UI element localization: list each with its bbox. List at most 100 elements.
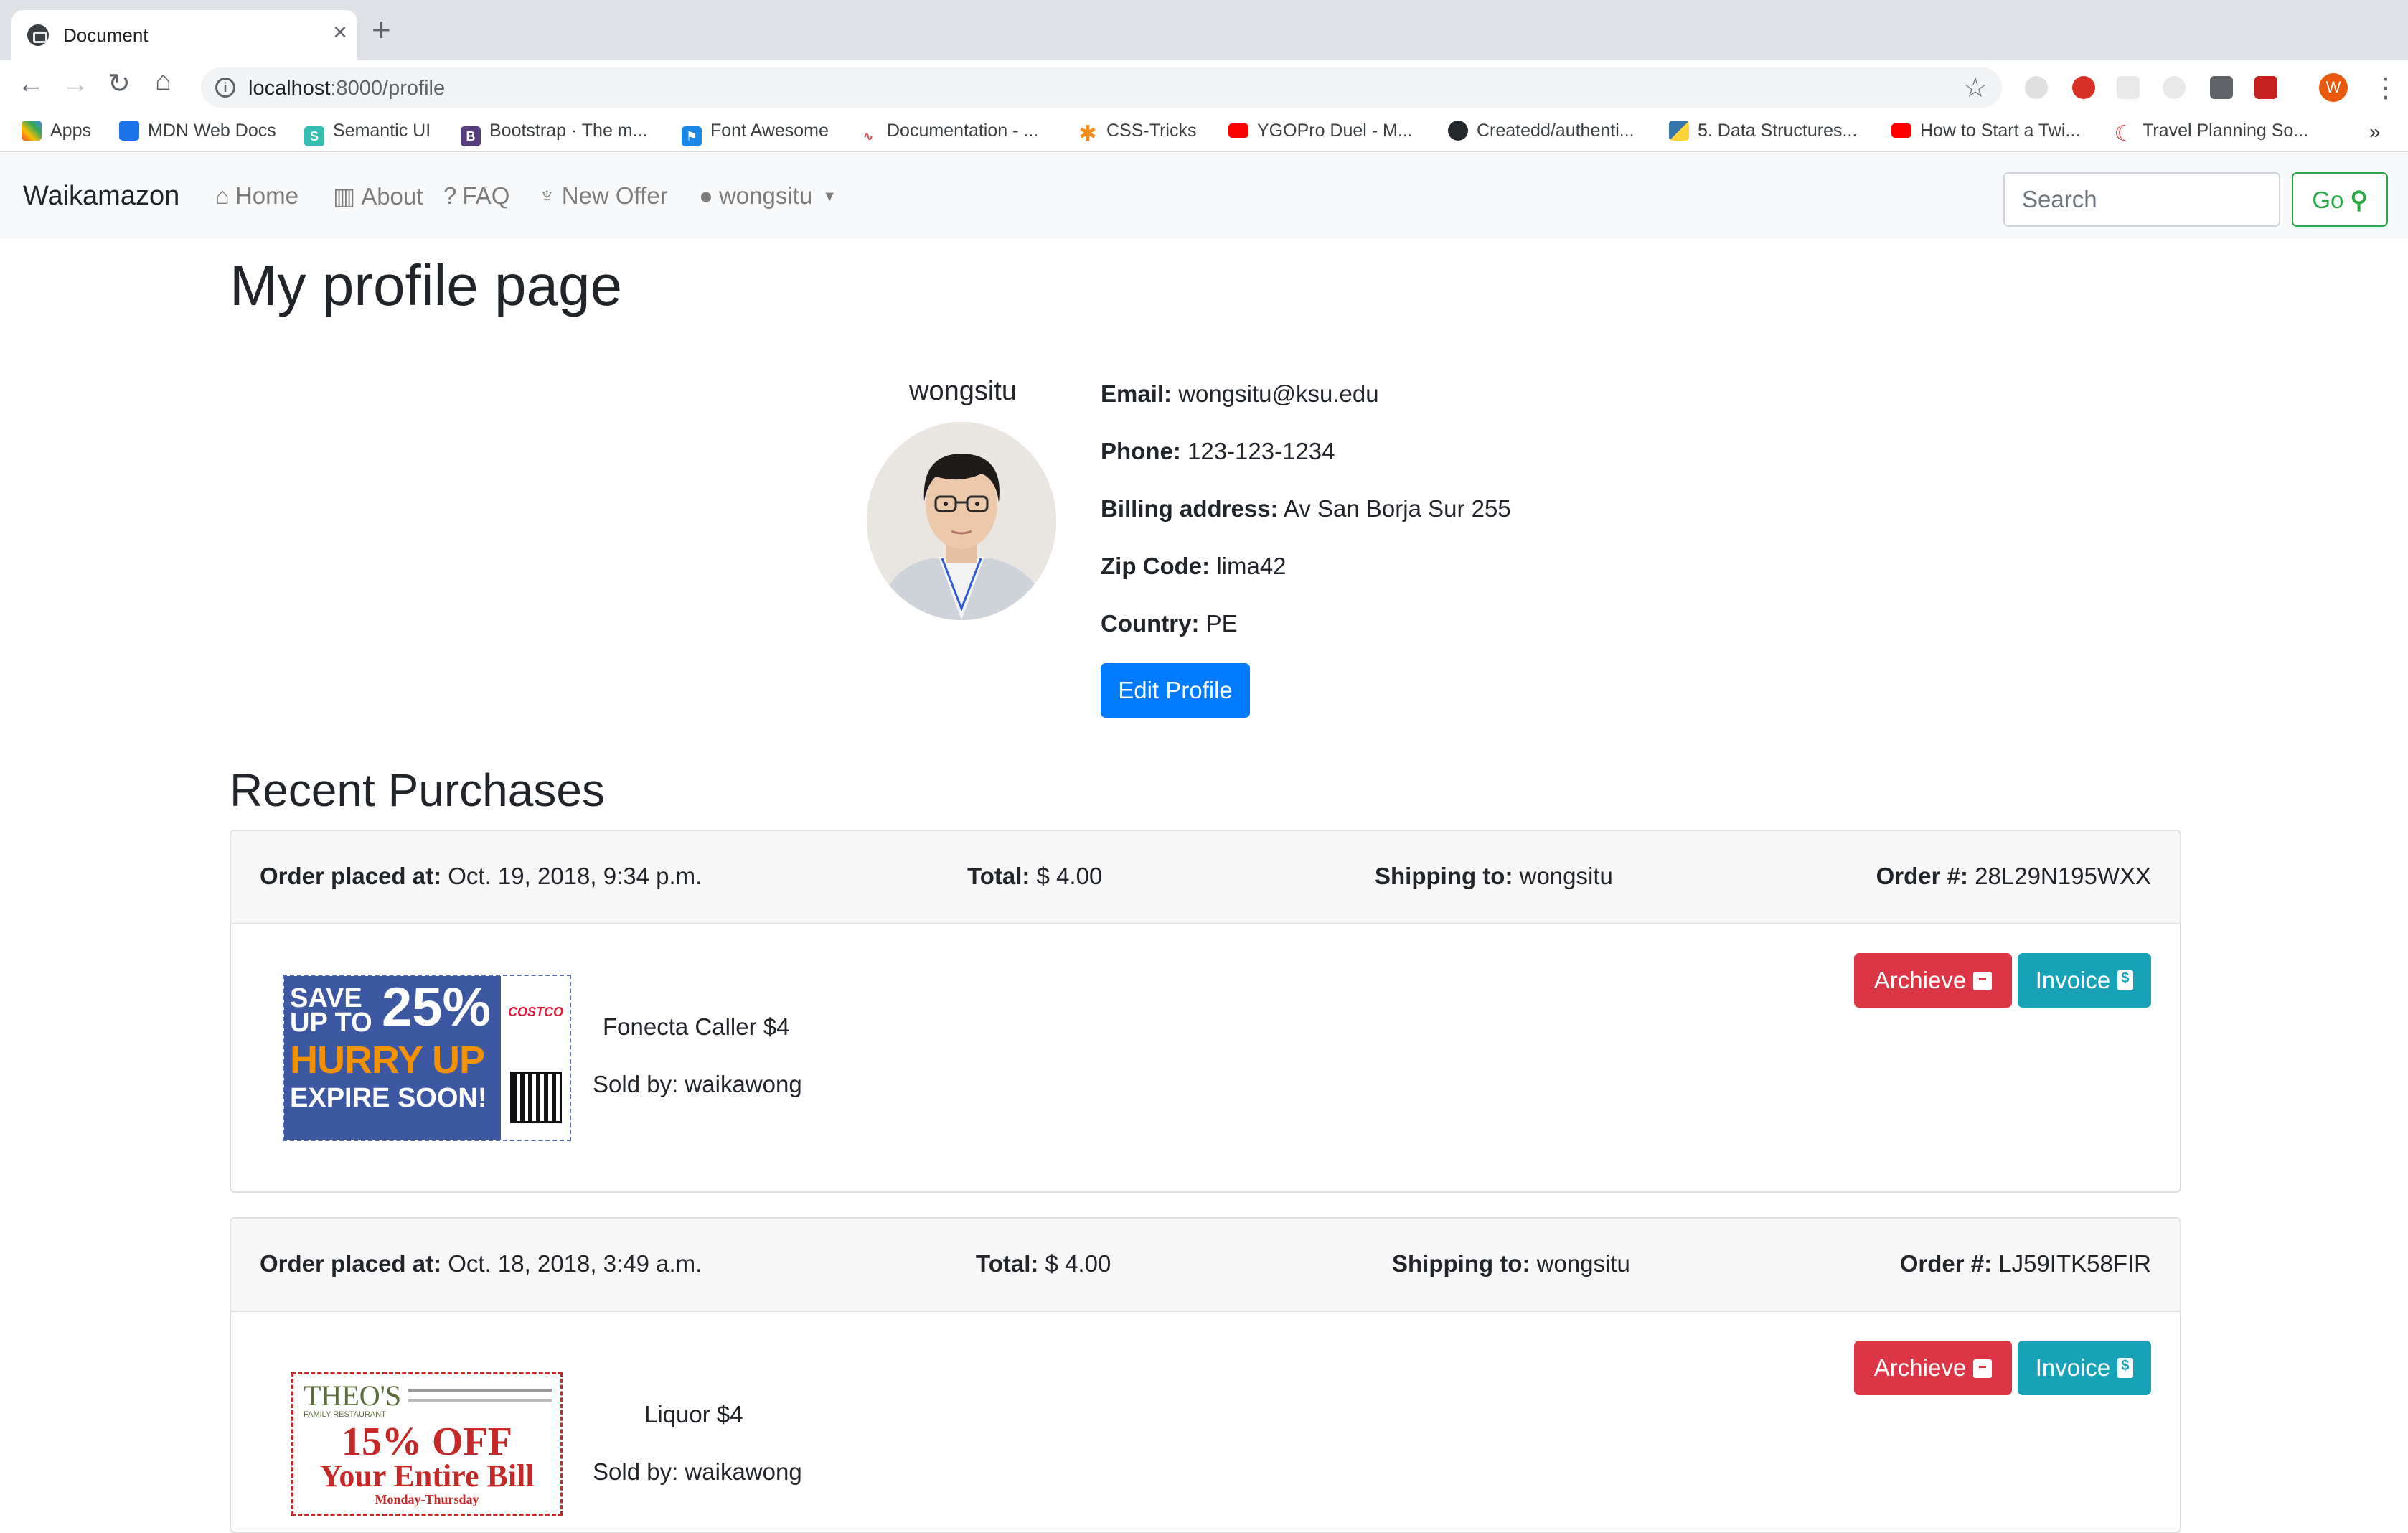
page-title: My profile page [230, 253, 622, 317]
mdn-icon [119, 121, 139, 141]
archive-button[interactable]: Archieve [1854, 953, 2012, 1008]
profile-billing-address: Billing address: Av San Borja Sur 255 [1101, 495, 1511, 522]
order-card: Order placed at: Oct. 19, 2018, 9:34 p.m… [230, 830, 2181, 1193]
order-placed: Order placed at: Oct. 19, 2018, 9:34 p.m… [260, 863, 702, 889]
edit-profile-button[interactable]: Edit Profile [1101, 663, 1250, 718]
product-image-theos-coupon: THEO'S FAMILY RESTAURANT 15% OFF Your En… [291, 1372, 563, 1516]
bookmark-twitch[interactable]: How to Start a Twi... [1891, 121, 2080, 141]
bookmark-semantic-ui[interactable]: S Semantic UI [304, 121, 431, 146]
nav-new-offer[interactable]: ♆ New Offer [538, 182, 668, 210]
order-total: Total: $ 4.00 [976, 1250, 1111, 1277]
invoice-button[interactable]: Invoice [2018, 953, 2151, 1008]
product-name[interactable]: Liquor $4 [644, 1401, 743, 1428]
more-bookmarks-icon[interactable]: » [2369, 121, 2381, 144]
github-icon [1448, 121, 1468, 141]
site-navbar: Waikamazon ⌂ Home ▥ About ? FAQ ♆ New Offer … [0, 152, 2408, 238]
order-total: Total: $ 4.00 [967, 863, 1103, 889]
order-card: Order placed at: Oct. 18, 2018, 3:49 a.m… [230, 1217, 2181, 1533]
question-circle-icon: ? [443, 182, 457, 209]
archive-icon [1973, 972, 1993, 990]
bookmark-documentation[interactable]: ∿ Documentation - ... [858, 121, 1038, 146]
css-tricks-icon: ✱ [1078, 122, 1098, 146]
order-number: Order #: LJ59ITK58FIR [1899, 1250, 2151, 1277]
reload-icon[interactable]: ↻ [108, 70, 131, 98]
product-seller: Sold by: waikawong [593, 1458, 802, 1485]
profile-email: Email: wongsitu@ksu.edu [1101, 380, 1379, 407]
extension-target-icon[interactable] [2163, 76, 2186, 99]
order-shipping: Shipping to: wongsitu [1392, 1250, 1630, 1277]
order-number: Order #: 28L29N195WXX [1876, 863, 2151, 889]
browser-toolbar: ← → ↻ ⌂ i localhost:8000/profile ☆ W ⋮ [0, 60, 2408, 112]
search-icon: ⚲ [2350, 186, 2368, 213]
browser-tab[interactable]: Document × [11, 10, 357, 60]
browser-profile-avatar[interactable]: W [2319, 73, 2348, 102]
product-name[interactable]: Fonecta Caller $4 [603, 1013, 789, 1041]
apps-grid-icon [22, 121, 42, 141]
home-icon: ⌂ [215, 182, 230, 209]
url-text: localhost:8000/profile [248, 77, 446, 100]
profile-country: Country: PE [1101, 610, 1238, 637]
profile-zip-code: Zip Code: lima42 [1101, 553, 1287, 579]
flag-icon: ⚑ [682, 126, 702, 146]
new-tab-icon[interactable]: + [372, 13, 391, 46]
documentation-icon: ∿ [858, 126, 878, 146]
home-icon[interactable]: ⌂ [155, 67, 171, 95]
search-go-button[interactable]: Go ⚲ [2292, 172, 2388, 227]
user-icon: ● [699, 182, 713, 209]
opera-extension-icon[interactable] [2072, 76, 2095, 99]
order-header: Order placed at: Oct. 19, 2018, 9:34 p.m… [231, 831, 2180, 924]
product-image-costco-coupon: SAVE UP TO 25% HURRY UP EXPIRE SOON! COST… [283, 975, 571, 1141]
bookmark-ygopro[interactable]: YGOPro Duel - M... [1228, 121, 1413, 141]
profile-phone: Phone: 123-123-1234 [1101, 438, 1335, 464]
nav-faq[interactable]: ? FAQ [443, 182, 509, 210]
order-header: Order placed at: Oct. 18, 2018, 3:49 a.m… [231, 1219, 2180, 1312]
bookmark-python[interactable]: 5. Data Structures... [1669, 121, 1857, 141]
python-icon [1669, 121, 1689, 141]
order-placed: Order placed at: Oct. 18, 2018, 3:49 a.m… [260, 1250, 702, 1277]
invoice-button[interactable]: Invoice [2018, 1341, 2151, 1395]
bookmark-mdn[interactable]: MDN Web Docs [119, 121, 276, 141]
browser-menu-icon[interactable]: ⋮ [2372, 72, 2399, 104]
tab-title: Document [63, 24, 149, 46]
brand-logo[interactable]: Waikamazon [23, 181, 179, 212]
crescent-icon: ☾ [2114, 122, 2134, 146]
semantic-ui-icon: S [304, 126, 324, 146]
nav-about[interactable]: ▥ About [333, 182, 423, 210]
browser-tab-strip: Document × + [0, 0, 2408, 60]
tab-close-icon[interactable]: × [333, 19, 347, 47]
bookmarks-bar: Apps MDN Web Docs S Semantic UI B Bootstra… [0, 112, 2408, 152]
youtube-icon [1891, 123, 1911, 138]
file-invoice-icon [2117, 970, 2134, 990]
hand-holding-icon: ♆ [538, 182, 556, 209]
extension-grid-icon[interactable] [2117, 76, 2140, 99]
recent-purchases-title: Recent Purchases [230, 764, 605, 816]
file-invoice-icon [2117, 1358, 2134, 1378]
order-shipping: Shipping to: wongsitu [1375, 863, 1613, 889]
back-icon[interactable]: ← [17, 70, 44, 98]
bookmark-css-tricks[interactable]: ✱ CSS-Tricks [1078, 121, 1196, 146]
bookmark-font-awesome[interactable]: ⚑ Font Awesome [682, 121, 829, 146]
bookmark-apps[interactable]: Apps [22, 121, 91, 141]
nav-home[interactable]: ⌂ Home [215, 182, 298, 210]
nav-user-dropdown[interactable]: ● wongsitu ▼ [699, 182, 837, 210]
archive-button[interactable]: Archieve [1854, 1341, 2012, 1395]
address-bar[interactable]: i localhost:8000/profile ☆ [201, 67, 2002, 108]
cors-extension-icon[interactable] [2254, 76, 2277, 99]
caret-down-icon: ▼ [822, 189, 837, 205]
site-info-icon[interactable]: i [215, 78, 235, 98]
bootstrap-icon: B [461, 126, 481, 146]
bookmark-github[interactable]: Createdd/authenti... [1448, 121, 1635, 141]
bookmark-travel[interactable]: ☾ Travel Planning So... [2114, 121, 2308, 146]
off-extension-icon[interactable] [2210, 76, 2233, 99]
archive-icon [1973, 1359, 1993, 1378]
building-icon: ▥ [333, 183, 356, 210]
extension-icon[interactable] [2025, 76, 2048, 99]
profile-avatar [867, 422, 1056, 620]
search-input[interactable] [2003, 172, 2280, 227]
product-seller: Sold by: waikawong [593, 1071, 802, 1097]
qr-code-icon [510, 1072, 562, 1123]
profile-username: wongsitu [909, 376, 1017, 406]
bookmark-bootstrap[interactable]: B Bootstrap · The m... [461, 121, 647, 146]
forward-icon[interactable]: → [62, 70, 89, 98]
bookmark-star-icon[interactable]: ☆ [1963, 72, 1988, 104]
